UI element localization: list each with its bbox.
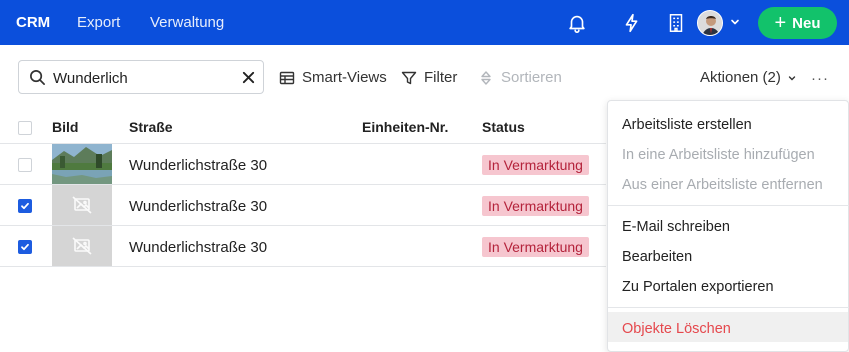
nav-export[interactable]: Export	[77, 14, 120, 32]
row-street[interactable]: Wunderlichstraße 30	[129, 239, 267, 256]
avatar[interactable]	[697, 10, 723, 36]
menu-divider	[608, 307, 849, 308]
bolt-icon[interactable]	[621, 12, 643, 34]
filter-button[interactable]: Filter	[401, 69, 457, 86]
status-badge: In Vermarktung	[482, 237, 589, 257]
search-icon	[30, 70, 45, 85]
row-checkbox[interactable]	[18, 199, 32, 213]
filter-icon	[401, 71, 417, 84]
menu-item-write-email[interactable]: E-Mail schreiben	[622, 219, 730, 235]
search-box	[18, 60, 264, 94]
new-button-label: Neu	[792, 14, 821, 32]
select-all-checkbox[interactable]	[18, 121, 32, 135]
new-button[interactable]: + Neu	[758, 7, 837, 39]
landscape-photo	[52, 144, 112, 184]
menu-item-create-worklist[interactable]: Arbeitsliste erstellen	[622, 117, 752, 133]
smart-views-label: Smart-Views	[302, 69, 387, 86]
row-street[interactable]: Wunderlichstraße 30	[129, 198, 267, 215]
image-placeholder-icon	[52, 226, 112, 266]
menu-item-edit[interactable]: Bearbeiten	[622, 249, 692, 265]
table-icon	[279, 71, 295, 84]
menu-item-delete-objects[interactable]: Objekte Löschen	[622, 321, 731, 337]
nav-verwaltung[interactable]: Verwaltung	[150, 14, 224, 32]
divider	[0, 266, 606, 267]
column-header-street[interactable]: Straße	[129, 119, 173, 135]
property-photo-placeholder[interactable]	[52, 226, 112, 266]
menu-divider	[608, 205, 849, 206]
menu-item-export-portals[interactable]: Zu Portalen exportieren	[622, 279, 774, 295]
clear-search-icon[interactable]	[241, 70, 256, 85]
actions-dropdown[interactable]: Aktionen (2)	[700, 69, 797, 86]
sort-icon	[481, 70, 491, 85]
status-badge: In Vermarktung	[482, 155, 589, 175]
row-checkbox[interactable]	[18, 158, 32, 172]
plus-icon: +	[774, 12, 787, 34]
user-photo	[698, 11, 722, 35]
status-badge: In Vermarktung	[482, 196, 589, 216]
nav-crm[interactable]: CRM	[16, 14, 50, 32]
smart-views-button[interactable]: Smart-Views	[279, 69, 387, 86]
actions-menu: Arbeitsliste erstellen In eine Arbeitsli…	[607, 100, 849, 352]
image-placeholder-icon	[52, 185, 112, 225]
chevron-down-icon	[788, 75, 796, 80]
filter-label: Filter	[424, 69, 458, 86]
checkmark-icon	[21, 243, 29, 251]
row-street[interactable]: Wunderlichstraße 30	[129, 157, 267, 174]
column-header-unit[interactable]: Einheiten-Nr.	[362, 119, 448, 135]
sort-label: Sortieren	[501, 69, 562, 86]
top-navigation-bar: CRM Export Verwaltung + Neu	[0, 0, 849, 45]
chevron-down-icon[interactable]	[729, 16, 741, 28]
row-checkbox[interactable]	[18, 240, 32, 254]
menu-item-add-to-worklist[interactable]: In eine Arbeitsliste hinzufügen	[622, 147, 815, 163]
search-input[interactable]	[53, 67, 233, 89]
menu-item-remove-from-worklist[interactable]: Aus einer Arbeitsliste entfernen	[622, 177, 823, 193]
property-photo-placeholder[interactable]	[52, 185, 112, 225]
bell-icon[interactable]	[566, 12, 588, 34]
actions-label: Aktionen (2)	[700, 69, 781, 86]
column-header-image: Bild	[52, 119, 79, 135]
more-options-button[interactable]: ···	[811, 70, 829, 87]
sort-button[interactable]: Sortieren	[478, 69, 562, 86]
checkmark-icon	[21, 202, 29, 210]
column-header-status[interactable]: Status	[482, 119, 525, 135]
property-photo[interactable]	[52, 144, 112, 184]
building-icon[interactable]	[665, 12, 687, 34]
